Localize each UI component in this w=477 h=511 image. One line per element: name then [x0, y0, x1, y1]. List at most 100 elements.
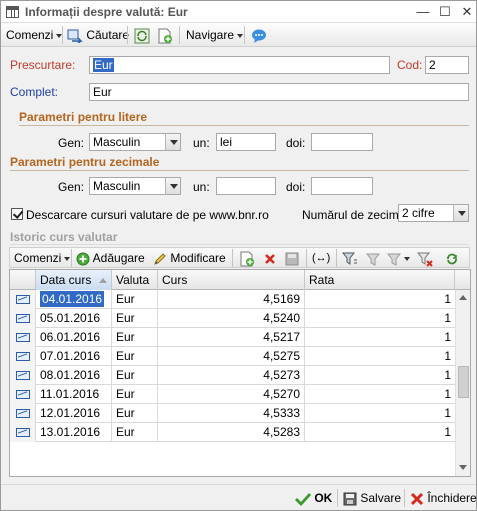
- table-row[interactable]: 04.01.2016 Eur 4,5169 1: [10, 290, 455, 309]
- prescurtare-input[interactable]: Eur: [89, 56, 390, 74]
- filter-menu-button[interactable]: [386, 249, 410, 267]
- cell-date[interactable]: 04.01.2016: [36, 290, 112, 309]
- add-rate-label: Adăugare: [92, 251, 145, 265]
- refresh-grid-button[interactable]: [445, 249, 459, 267]
- complet-label: Complet:: [10, 85, 59, 99]
- chevron-down-icon[interactable]: [165, 178, 180, 194]
- scroll-thumb[interactable]: [458, 366, 469, 398]
- cell-currency[interactable]: Eur: [112, 347, 158, 366]
- decimals-count-select[interactable]: 2 cifre: [398, 204, 469, 222]
- cell-rate[interactable]: 4,5169: [158, 290, 305, 309]
- decimals-gen-select[interactable]: Masculin: [89, 177, 181, 195]
- navigate-menu[interactable]: Navigare: [186, 26, 244, 44]
- cell-date[interactable]: 07.01.2016: [36, 347, 112, 366]
- cell-currency[interactable]: Eur: [112, 404, 158, 423]
- history-commands-menu[interactable]: Comenzi: [14, 249, 71, 267]
- cell-ratio[interactable]: 1: [305, 366, 455, 385]
- cell-rate[interactable]: 4,5333: [158, 404, 305, 423]
- cell-currency[interactable]: Eur: [112, 290, 158, 309]
- cell-ratio[interactable]: 1: [305, 290, 455, 309]
- column-header-date[interactable]: Data curs: [36, 270, 112, 290]
- table-row[interactable]: 13.01.2016 Eur 4,5283 1: [10, 423, 455, 442]
- cell-rate[interactable]: 4,5270: [158, 385, 305, 404]
- filter-disabled-button[interactable]: [365, 249, 381, 267]
- filter-button[interactable]: [341, 249, 358, 267]
- close-window-button[interactable]: ✕: [457, 3, 477, 21]
- search-button[interactable]: Căutare: [67, 26, 129, 44]
- table-row[interactable]: 08.01.2016 Eur 4,5273 1: [10, 366, 455, 385]
- table-row[interactable]: 05.01.2016 Eur 4,5240 1: [10, 309, 455, 328]
- cell-rate[interactable]: 4,5273: [158, 366, 305, 385]
- table-row[interactable]: 07.01.2016 Eur 4,5275 1: [10, 347, 455, 366]
- cell-date[interactable]: 12.01.2016: [36, 404, 112, 423]
- cell-rate[interactable]: 4,5217: [158, 328, 305, 347]
- table-row[interactable]: 11.01.2016 Eur 4,5270 1: [10, 385, 455, 404]
- cell-date[interactable]: 13.01.2016: [36, 423, 112, 442]
- scroll-up-icon[interactable]: [459, 295, 467, 300]
- cell-date[interactable]: 06.01.2016: [36, 328, 112, 347]
- cell-currency[interactable]: Eur: [112, 309, 158, 328]
- link-button[interactable]: (↔): [312, 249, 330, 267]
- close-button-label: Închidere: [427, 491, 477, 505]
- save-row-button[interactable]: [285, 249, 299, 267]
- cell-date[interactable]: 08.01.2016: [36, 366, 112, 385]
- cell-currency[interactable]: Eur: [112, 366, 158, 385]
- row-chart-icon: [10, 404, 36, 423]
- cod-label: Cod:: [397, 58, 423, 72]
- refresh-button[interactable]: [134, 26, 150, 44]
- cell-ratio[interactable]: 1: [305, 328, 455, 347]
- letters-un-input[interactable]: lei: [216, 133, 276, 151]
- clear-filter-button[interactable]: [416, 249, 433, 267]
- add-rate-button[interactable]: Adăugare: [76, 249, 145, 267]
- chart-icon: [16, 428, 30, 437]
- chevron-down-icon[interactable]: [453, 205, 468, 221]
- bnr-download-checkbox[interactable]: [11, 208, 23, 220]
- cell-currency[interactable]: Eur: [112, 328, 158, 347]
- row-chart-icon: [10, 385, 36, 404]
- cell-currency[interactable]: Eur: [112, 423, 158, 442]
- cell-ratio[interactable]: 1: [305, 423, 455, 442]
- edit-rate-button[interactable]: Modificare: [153, 249, 226, 267]
- chart-icon: [16, 333, 30, 342]
- cell-rate[interactable]: 4,5240: [158, 309, 305, 328]
- chevron-down-icon[interactable]: [165, 134, 180, 150]
- cell-ratio[interactable]: 1: [305, 347, 455, 366]
- minimize-button[interactable]: —: [413, 3, 433, 21]
- cod-input[interactable]: 2: [425, 56, 469, 74]
- add-document-button[interactable]: [157, 26, 173, 44]
- table-row[interactable]: 06.01.2016 Eur 4,5217 1: [10, 328, 455, 347]
- letters-doi-input[interactable]: [311, 133, 373, 151]
- section-divider: [19, 125, 469, 126]
- cell-currency[interactable]: Eur: [112, 385, 158, 404]
- column-header-rate[interactable]: Curs: [158, 270, 305, 290]
- complet-input[interactable]: Eur: [89, 83, 469, 101]
- cell-date[interactable]: 11.01.2016: [36, 385, 112, 404]
- decimals-un-input[interactable]: [216, 177, 276, 195]
- column-header-ratio[interactable]: Rata: [305, 270, 455, 290]
- table-row[interactable]: 12.01.2016 Eur 4,5333 1: [10, 404, 455, 423]
- save-button[interactable]: Salvare: [343, 489, 401, 507]
- cell-ratio[interactable]: 1: [305, 404, 455, 423]
- ok-button[interactable]: OK: [295, 489, 332, 507]
- vertical-scrollbar[interactable]: [455, 290, 470, 476]
- cell-rate[interactable]: 4,5283: [158, 423, 305, 442]
- commands-menu[interactable]: Comenzi: [6, 26, 63, 44]
- letters-gen-select[interactable]: Masculin: [89, 133, 181, 151]
- delete-x-icon: [263, 252, 277, 266]
- delete-row-button[interactable]: [263, 249, 277, 267]
- cell-ratio[interactable]: 1: [305, 385, 455, 404]
- help-button[interactable]: [251, 26, 267, 44]
- cell-date[interactable]: 05.01.2016: [36, 309, 112, 328]
- rate-history-grid[interactable]: Data curs Valuta Curs Rata 04.01.2016 Eu…: [9, 269, 471, 477]
- column-header-currency[interactable]: Valuta: [112, 270, 158, 290]
- scroll-down-icon[interactable]: [459, 465, 467, 470]
- cell-rate[interactable]: 4,5275: [158, 347, 305, 366]
- cell-ratio[interactable]: 1: [305, 309, 455, 328]
- floppy-disk-icon: [343, 492, 357, 506]
- letters-gen-value: Masculin: [93, 135, 141, 149]
- close-button[interactable]: Închidere: [410, 489, 477, 507]
- decimals-doi-input[interactable]: [311, 177, 373, 195]
- copy-row-button[interactable]: [239, 249, 255, 267]
- chevron-down-icon: [404, 256, 410, 261]
- maximize-button[interactable]: ☐: [435, 3, 455, 21]
